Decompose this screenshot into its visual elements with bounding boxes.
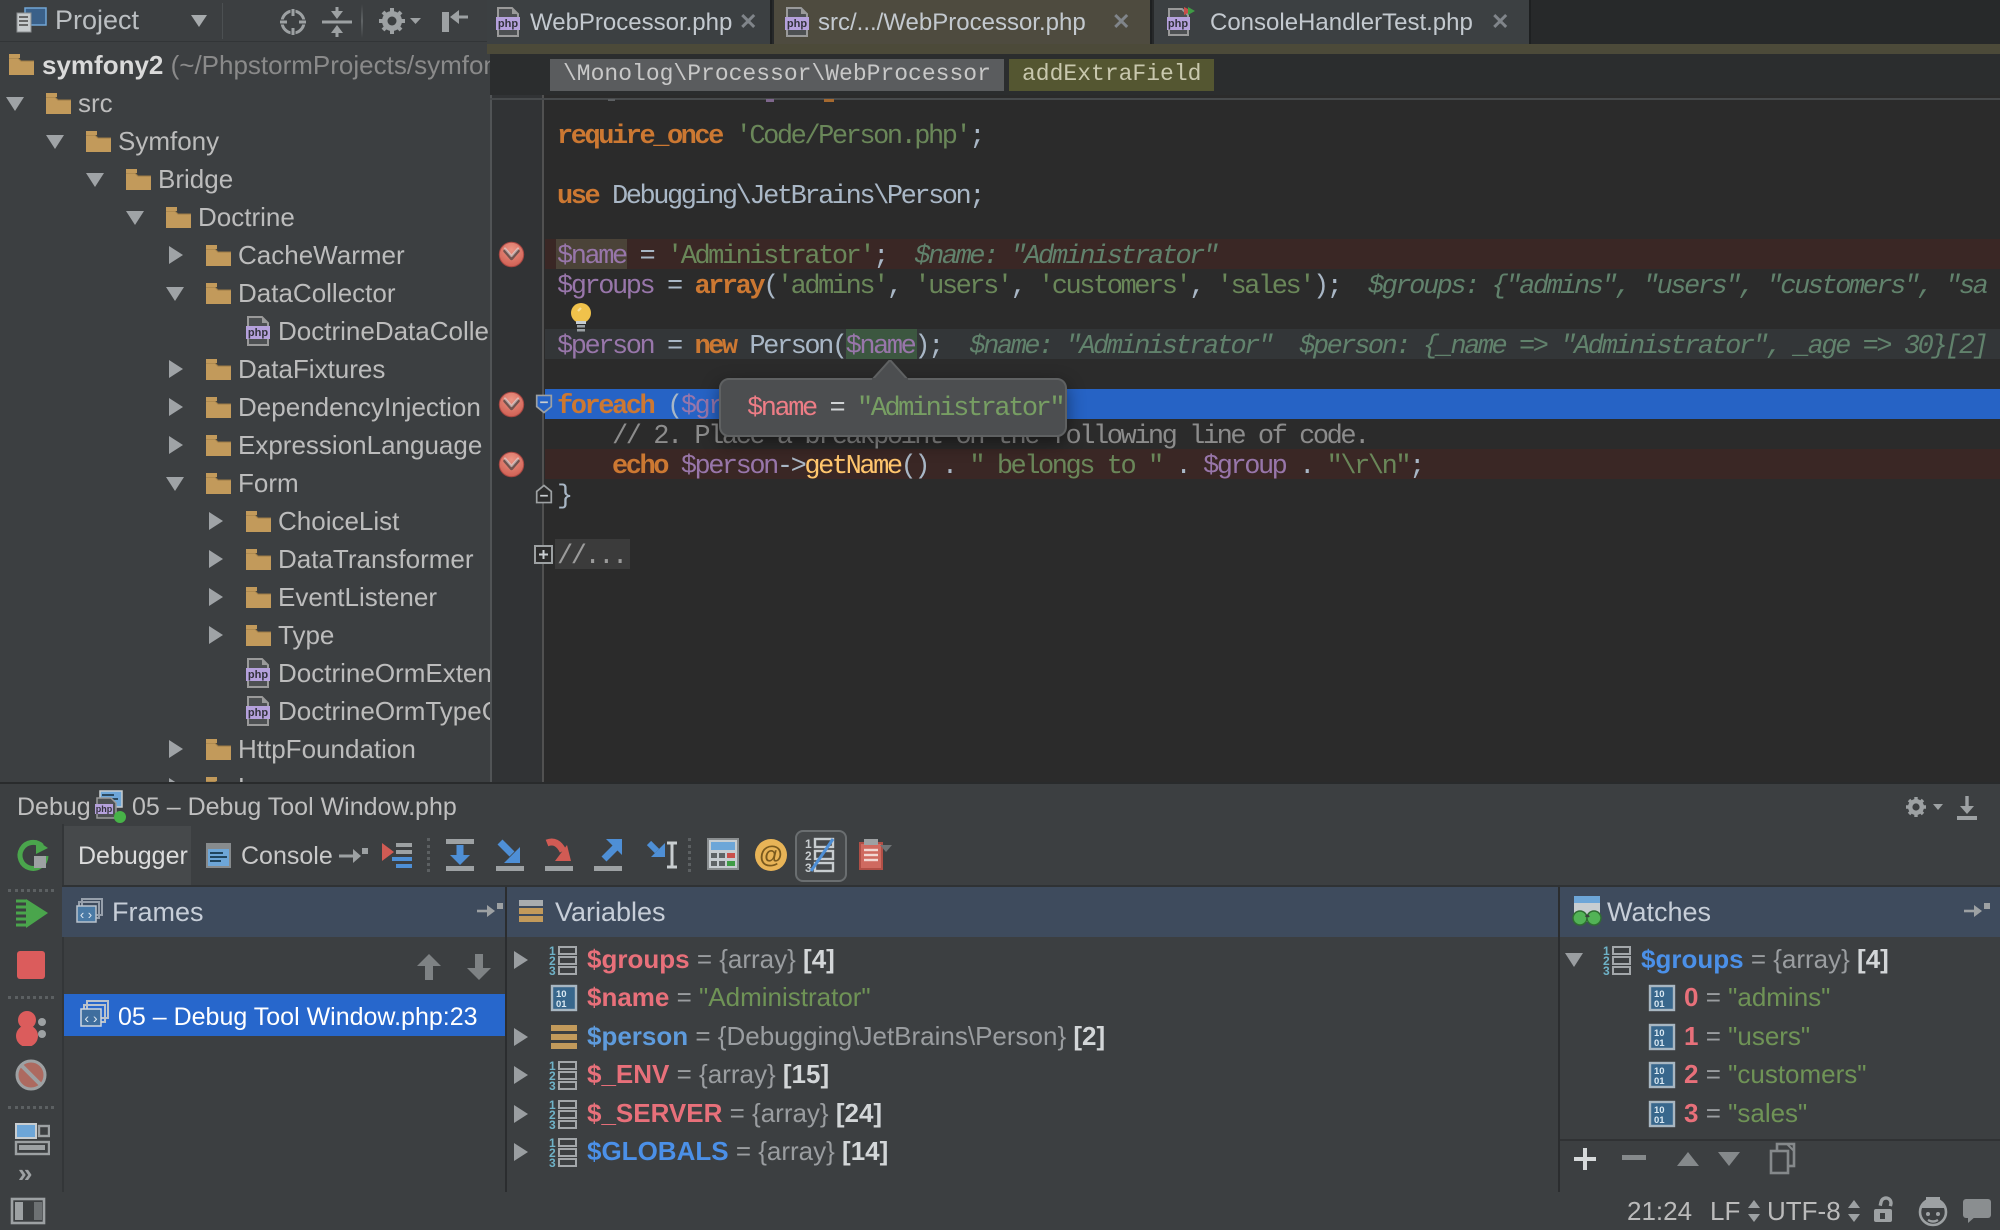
svg-text:01: 01	[1654, 1076, 1665, 1087]
svg-text:01: 01	[1654, 999, 1665, 1010]
svg-text:‹›: ‹›	[78, 908, 94, 923]
svg-text:php: php	[96, 804, 113, 814]
svg-text:01: 01	[1654, 1115, 1665, 1126]
svg-text:php: php	[498, 18, 518, 30]
svg-text:php: php	[1168, 18, 1188, 30]
svg-text:php: php	[787, 18, 807, 30]
svg-text:php: php	[248, 707, 268, 719]
svg-text:3: 3	[1603, 964, 1610, 976]
svg-text:01: 01	[556, 999, 567, 1010]
svg-text:‹›: ‹›	[83, 1012, 100, 1028]
svg-text:3: 3	[549, 1156, 556, 1168]
svg-text:@: @	[759, 842, 782, 869]
svg-text:3: 3	[549, 964, 556, 976]
svg-text:3: 3	[549, 1118, 556, 1130]
svg-text:php: php	[248, 669, 268, 681]
svg-text:3: 3	[805, 861, 812, 873]
svg-text:php: php	[248, 327, 268, 339]
svg-text:01: 01	[1654, 1038, 1665, 1049]
svg-text:3: 3	[549, 1079, 556, 1091]
